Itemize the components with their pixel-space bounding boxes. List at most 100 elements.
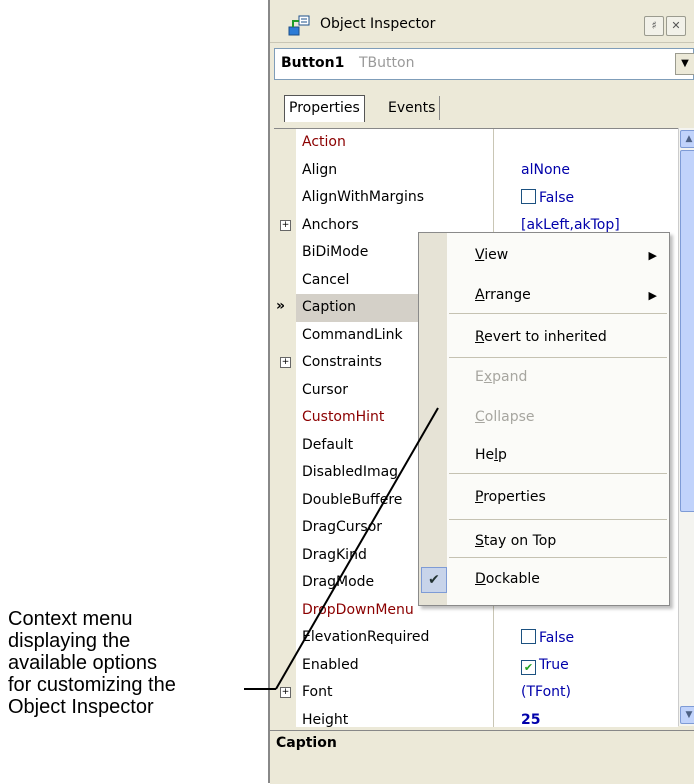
- property-row[interactable]: Action: [296, 129, 678, 157]
- object-name: Button1: [281, 55, 345, 71]
- menu-item-stay-on-top[interactable]: Stay on Top: [475, 533, 556, 549]
- check-icon: ✔: [421, 567, 447, 593]
- menu-item-properties[interactable]: Properties: [475, 489, 546, 505]
- property-name: CommandLink: [302, 326, 403, 343]
- menu-item-dockable[interactable]: Dockable: [475, 571, 540, 587]
- menu-separator: [449, 313, 667, 314]
- property-value[interactable]: (TFont): [521, 684, 571, 700]
- menu-item-label: View: [475, 247, 509, 263]
- property-name: Anchors: [302, 216, 359, 233]
- property-row[interactable]: ElevationRequired False: [296, 624, 678, 652]
- property-name: DragCursor: [302, 519, 383, 535]
- menu-item-collapse: Collapse: [475, 409, 535, 425]
- menu-item-view[interactable]: View: [475, 247, 508, 263]
- property-name: DropDownMenu: [302, 601, 414, 618]
- property-value-text: (TFont): [521, 684, 571, 700]
- callout-line: displaying the: [8, 630, 131, 652]
- property-row[interactable]: Enabled ✔ True: [296, 652, 678, 680]
- submenu-arrow-icon: ▶: [648, 289, 657, 302]
- property-row[interactable]: Height 25: [296, 707, 678, 728]
- property-value-text: [akLeft,akTop]: [521, 216, 620, 233]
- object-selector[interactable]: Button1 TButton ▼: [274, 48, 694, 80]
- expand-icon[interactable]: +: [280, 687, 291, 698]
- property-name: DragMode: [302, 574, 375, 590]
- status-text: Caption: [276, 735, 337, 751]
- property-value-text: False: [539, 630, 575, 646]
- status-bar: Caption: [270, 730, 694, 784]
- property-name: Cursor: [302, 381, 349, 398]
- object-type: TButton: [359, 55, 415, 71]
- close-button[interactable]: ✕: [666, 16, 686, 36]
- tab-events[interactable]: Events: [384, 96, 441, 120]
- property-name: Action: [302, 134, 346, 150]
- property-name: Caption: [302, 299, 357, 315]
- pin-button[interactable]: ♯: [644, 16, 664, 36]
- property-name: BiDiMode: [302, 244, 369, 260]
- menu-item-label: Collapse: [475, 409, 535, 425]
- property-name: CustomHint: [302, 409, 385, 425]
- property-name: Default: [302, 436, 354, 453]
- menu-item-arrange[interactable]: Arrange: [475, 287, 531, 303]
- object-inspector-icon: [288, 15, 310, 36]
- property-name: DoubleBuffere: [302, 491, 403, 508]
- menu-item-label: Arrange: [475, 287, 531, 303]
- callout-text: Context menu displaying the available op…: [8, 608, 258, 718]
- property-value[interactable]: ✔ True: [521, 657, 569, 675]
- expand-icon[interactable]: +: [280, 219, 291, 231]
- property-name: Cancel: [302, 271, 350, 288]
- menu-icon-column: [419, 233, 447, 605]
- property-value-text: False: [539, 190, 575, 206]
- property-value[interactable]: 25: [521, 712, 540, 728]
- property-value[interactable]: alNone: [521, 162, 570, 178]
- vertical-scrollbar[interactable]: ▲ ▼: [678, 128, 694, 726]
- menu-separator: [449, 473, 667, 474]
- menu-item-expand: Expand: [475, 369, 527, 385]
- checkbox[interactable]: ✔: [521, 659, 536, 675]
- property-name: DragKind: [302, 546, 367, 563]
- menu-separator: [449, 557, 667, 558]
- property-name: AlignWithMargins: [302, 189, 425, 205]
- checkbox[interactable]: [521, 629, 536, 644]
- callout-line: available options: [8, 652, 157, 674]
- property-name: Height: [302, 711, 349, 728]
- property-value[interactable]: [akLeft,akTop]: [521, 217, 620, 233]
- property-name: DisabledImag: [302, 464, 399, 480]
- property-value-text: True: [539, 656, 569, 673]
- context-menu: View ▶ Arrange ▶ Revert to inherited Expand Co…: [418, 232, 670, 606]
- tab-properties[interactable]: Properties: [284, 95, 365, 122]
- property-name: Enabled: [302, 656, 359, 673]
- property-name: Align: [302, 161, 338, 178]
- property-name: Constraints: [302, 354, 382, 370]
- property-value-text: alNone: [521, 161, 570, 178]
- property-name: Font: [302, 684, 333, 700]
- scroll-up-icon[interactable]: ▲: [680, 130, 694, 148]
- property-row[interactable]: Align alNone: [296, 157, 678, 185]
- menu-item-revert-to-inherited[interactable]: Revert to inherited: [475, 329, 607, 345]
- property-row[interactable]: AlignWithMargins False: [296, 184, 678, 212]
- property-value[interactable]: False: [521, 189, 574, 206]
- checkbox[interactable]: [521, 189, 536, 204]
- scroll-thumb[interactable]: [680, 150, 694, 512]
- callout-line: Context menu: [8, 608, 133, 630]
- menu-item-help[interactable]: Help: [475, 447, 507, 463]
- dropdown-arrow-icon[interactable]: ▼: [675, 53, 694, 75]
- menu-item-label: Help: [475, 447, 507, 463]
- menu-separator: [449, 519, 667, 520]
- menu-item-label: Expand: [475, 369, 528, 385]
- selected-row-marker-icon: »: [276, 298, 286, 314]
- menu-item-label: Stay on Top: [475, 533, 557, 549]
- menu-item-label: Properties: [475, 489, 546, 505]
- callout-line: Object Inspector: [8, 696, 154, 718]
- window-title: Object Inspector: [320, 16, 436, 32]
- scroll-down-icon[interactable]: ▼: [680, 706, 694, 724]
- callout-line: for customizing the: [8, 674, 176, 696]
- property-row[interactable]: + Font (TFont): [280, 679, 678, 707]
- expand-icon[interactable]: +: [280, 357, 291, 368]
- title-bar[interactable]: Object Inspector ♯ ✕: [270, 8, 694, 43]
- property-value-text: 25: [521, 711, 541, 728]
- submenu-arrow-icon: ▶: [648, 249, 657, 262]
- property-value[interactable]: False: [521, 629, 574, 646]
- property-name: ElevationRequired: [302, 629, 430, 645]
- menu-item-label: Revert to inherited: [475, 329, 607, 345]
- menu-item-label: Dockable: [475, 571, 540, 587]
